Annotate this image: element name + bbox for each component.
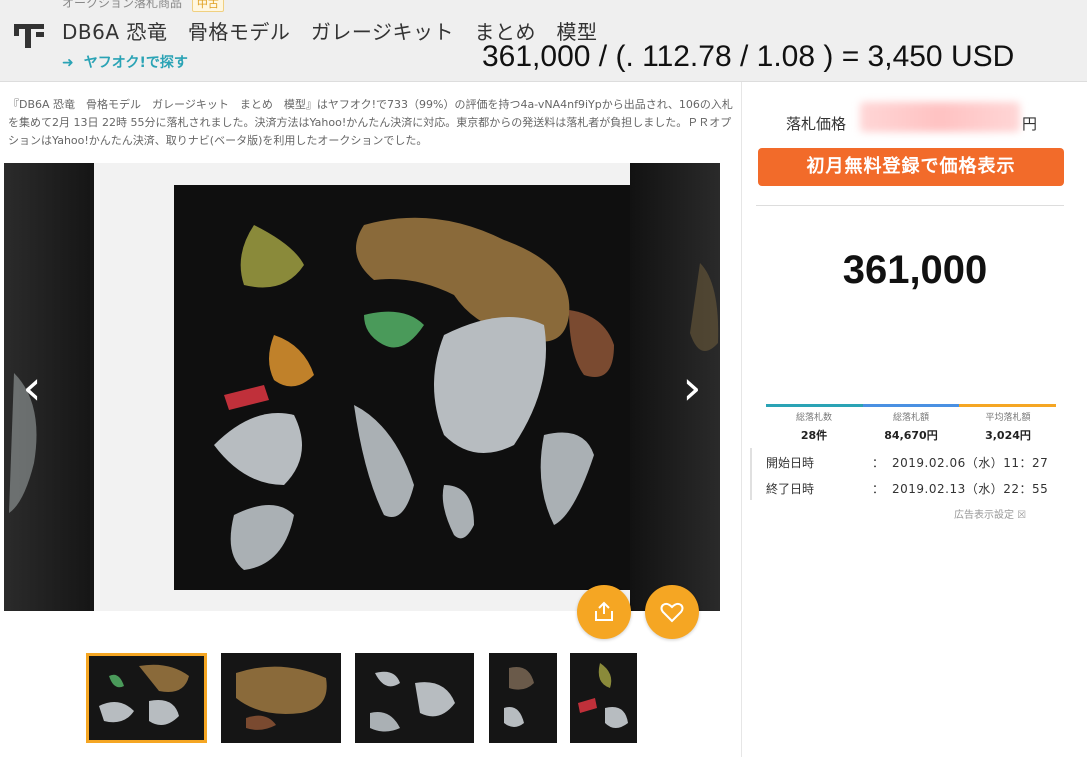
stat-total-amount: 総落札額 84,670円 (863, 410, 959, 443)
arrow-right-icon: ➜ (62, 55, 74, 71)
chevron-left-icon[interactable]: ‹ (12, 358, 52, 418)
auction-dates: 開始日時 ： 2019.02.06（水）11：27 終了日時 ： 2019.02… (750, 448, 1070, 500)
thumbnail-1[interactable] (86, 653, 207, 743)
search-link-label: ヤフオク!で探す (83, 55, 188, 71)
colon: ： (872, 456, 885, 470)
date-label: 終了日時 (766, 482, 815, 496)
free-registration-button[interactable]: 初月無料登録で価格表示 (758, 148, 1064, 186)
favorite-button[interactable] (645, 585, 699, 639)
big-price-value: 361,000 (842, 248, 988, 292)
date-value: 2019.02.13（水）22：55 (892, 482, 1049, 496)
search-yahoo-link[interactable]: ➜ ヤフオク!で探す (62, 52, 188, 72)
stat-label: 総落札額 (892, 413, 929, 423)
price-panel: 落札価格 円 初月無料登録で価格表示 361,000 総落札数 28件 総落札額… (741, 82, 1087, 757)
date-value: 2019.02.06（水）11：27 (892, 456, 1049, 470)
share-icon (595, 601, 613, 621)
thumbnail-2[interactable] (221, 653, 341, 743)
thumbnail-3[interactable] (355, 653, 474, 743)
stat-value: 84,670円 (884, 429, 938, 442)
site-logo-icon[interactable] (12, 18, 46, 52)
chevron-right-icon[interactable]: › (672, 358, 712, 418)
stat-total-count: 総落札数 28件 (766, 410, 862, 443)
share-button[interactable] (577, 585, 631, 639)
stat-value: 3,024円 (985, 429, 1031, 442)
stat-label: 平均落札額 (985, 413, 1031, 423)
thumbnail-5[interactable] (570, 653, 637, 743)
start-date-row: 開始日時 ： 2019.02.06（水）11：27 (766, 448, 1070, 474)
colon: ： (872, 482, 885, 496)
stat-average-amount: 平均落札額 3,024円 (960, 410, 1056, 443)
winning-price-label: 落札価格 (786, 115, 847, 133)
stat-label: 総落札数 (795, 413, 832, 423)
ad-settings-link[interactable]: 広告表示設定 ☒ (954, 506, 1026, 521)
usd-conversion-formula: 361,000 / (. 112.78 / 1.08 ) = 3,450 USD (482, 40, 1015, 73)
divider (756, 205, 1064, 206)
stat-value: 28件 (800, 429, 828, 442)
hidden-price (860, 102, 1020, 132)
yen-label: 円 (1022, 115, 1038, 133)
dinosaur-photo (174, 185, 631, 590)
stats-color-bar (766, 404, 1056, 407)
page-header: オークション落札商品 中古 DB6A 恐竜 骨格モデル ガレージキット まとめ … (0, 0, 1087, 82)
breadcrumb-label: オークション落札商品 (62, 0, 183, 10)
main-product-photo[interactable] (94, 163, 631, 611)
breadcrumb: オークション落札商品 中古 (62, 0, 224, 12)
condition-badge: 中古 (191, 0, 224, 12)
image-gallery: ‹ › (4, 163, 720, 611)
end-date-row: 終了日時 ： 2019.02.13（水）22：55 (766, 474, 1070, 500)
thumbnail-4[interactable] (489, 653, 557, 743)
date-label: 開始日時 (766, 456, 815, 470)
heart-icon (660, 602, 684, 623)
auction-description: 『DB6A 恐竜 骨格モデル ガレージキット まとめ 模型』はヤフオク!で733… (8, 98, 733, 147)
